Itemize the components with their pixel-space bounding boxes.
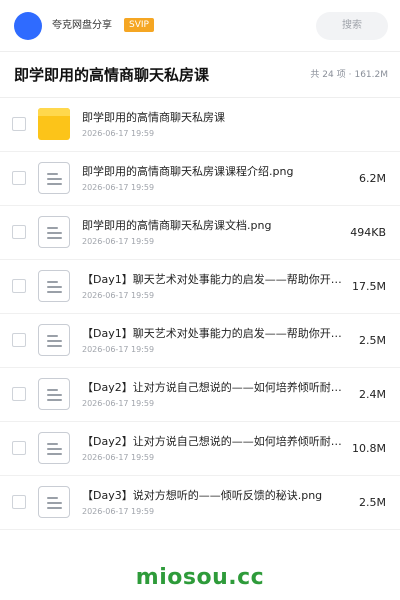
page-title: 即学即用的高情商聊天私房课 — [14, 66, 210, 84]
file-size: 6.2M — [359, 172, 386, 185]
file-name: 【Day3】说对方想听的——倾听反馈的秘诀.png — [82, 489, 323, 502]
file-row[interactable]: 【Day3】说对方想听的——倾听反馈的秘诀.png 2026-06-17 19:… — [0, 476, 400, 530]
share-owner-name: 夸克网盘分享 — [52, 20, 112, 31]
file-row[interactable]: 即学即用的高情商聊天私房课 2026-06-17 19:59 — [0, 98, 400, 152]
file-date: 2026-06-17 19:59 — [82, 291, 155, 300]
document-icon — [38, 432, 70, 464]
summary-separator: · — [348, 70, 352, 80]
row-checkbox[interactable] — [12, 441, 26, 455]
row-checkbox[interactable] — [12, 387, 26, 401]
file-date: 2026-06-17 19:59 — [82, 183, 155, 192]
file-name: 即学即用的高情商聊天私房课文档.png — [82, 219, 272, 232]
document-icon — [38, 378, 70, 410]
search-input[interactable]: 搜索 — [316, 12, 388, 40]
top-bar: 夸克网盘分享 SVIP 搜索 — [0, 0, 400, 52]
folder-summary: 共 24 项 · 161.2M — [310, 69, 388, 81]
watermark: miosou.cc — [135, 565, 265, 590]
row-checkbox[interactable] — [12, 495, 26, 509]
file-list: 即学即用的高情商聊天私房课 2026-06-17 19:59 即学即用的高情商聊… — [0, 98, 400, 530]
file-date: 2026-06-17 19:59 — [82, 345, 155, 354]
row-checkbox[interactable] — [12, 117, 26, 131]
file-row[interactable]: 【Day1】聊天艺术对处事能力的启发——帮助你开拓… 2026-06-17 19… — [0, 260, 400, 314]
file-name: 【Day2】让对方说自己想说的——如何培养倾听耐力… — [82, 435, 350, 448]
file-row[interactable]: 【Day2】让对方说自己想说的——如何培养倾听耐力… 2026-06-17 19… — [0, 422, 400, 476]
avatar[interactable] — [14, 12, 42, 40]
file-row[interactable]: 【Day1】聊天艺术对处事能力的启发——帮助你开拓… 2026-06-17 19… — [0, 314, 400, 368]
file-size: 494KB — [350, 226, 386, 239]
file-date: 2026-06-17 19:59 — [82, 129, 155, 138]
file-name: 【Day2】让对方说自己想说的——如何培养倾听耐力… — [82, 381, 350, 394]
file-size: 2.4M — [359, 388, 386, 401]
svip-badge: SVIP — [124, 18, 154, 32]
total-size: 161.2M — [354, 70, 388, 80]
document-icon — [38, 270, 70, 302]
file-row[interactable]: 即学即用的高情商聊天私房课文档.png 2026-06-17 19:59 494… — [0, 206, 400, 260]
file-row[interactable]: 【Day2】让对方说自己想说的——如何培养倾听耐力… 2026-06-17 19… — [0, 368, 400, 422]
file-date: 2026-06-17 19:59 — [82, 399, 155, 408]
file-size: 10.8M — [352, 442, 386, 455]
row-checkbox[interactable] — [12, 225, 26, 239]
document-icon — [38, 216, 70, 248]
folder-header: 即学即用的高情商聊天私房课 共 24 项 · 161.2M — [0, 52, 400, 98]
item-count: 共 24 项 — [310, 70, 346, 80]
file-size: 2.5M — [359, 496, 386, 509]
file-date: 2026-06-17 19:59 — [82, 237, 155, 246]
folder-icon — [38, 108, 70, 140]
file-date: 2026-06-17 19:59 — [82, 453, 155, 462]
file-row[interactable]: 即学即用的高情商聊天私房课课程介绍.png 2026-06-17 19:59 6… — [0, 152, 400, 206]
document-icon — [38, 486, 70, 518]
file-name: 【Day1】聊天艺术对处事能力的启发——帮助你开拓… — [82, 273, 350, 286]
file-size: 2.5M — [359, 334, 386, 347]
row-checkbox[interactable] — [12, 279, 26, 293]
row-checkbox[interactable] — [12, 333, 26, 347]
document-icon — [38, 162, 70, 194]
row-checkbox[interactable] — [12, 171, 26, 185]
file-size: 17.5M — [352, 280, 386, 293]
file-date: 2026-06-17 19:59 — [82, 507, 155, 516]
file-name: 即学即用的高情商聊天私房课课程介绍.png — [82, 165, 294, 178]
document-icon — [38, 324, 70, 356]
file-name: 【Day1】聊天艺术对处事能力的启发——帮助你开拓… — [82, 327, 350, 340]
file-name: 即学即用的高情商聊天私房课 — [82, 111, 225, 124]
